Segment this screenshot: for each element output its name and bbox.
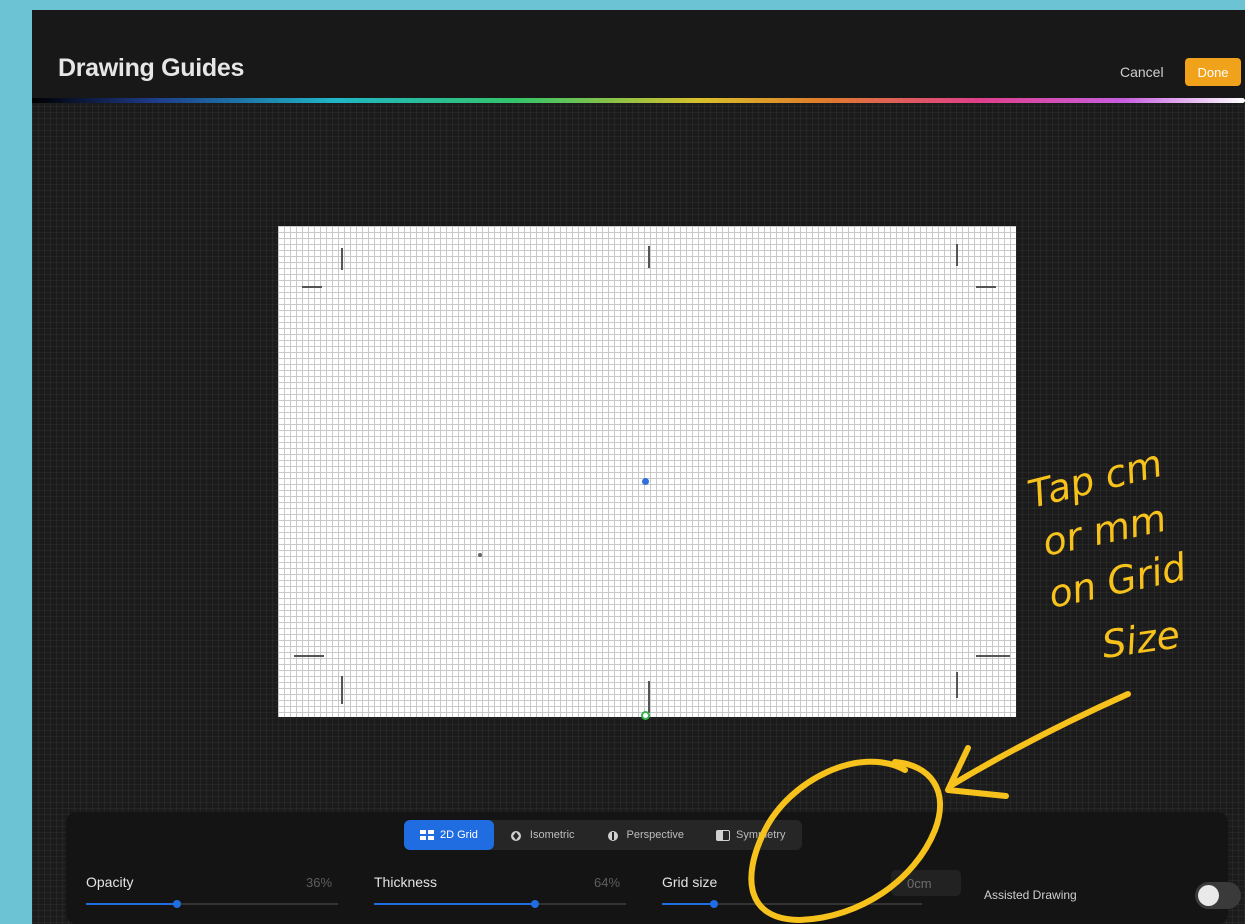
app-window: Drawing Guides Cancel Done 2D Grid Isome… xyxy=(32,10,1245,924)
grid-icon xyxy=(420,830,434,840)
opacity-value: 36% xyxy=(306,875,333,890)
thickness-slider[interactable] xyxy=(374,900,626,908)
grid-size-slider[interactable] xyxy=(662,900,922,908)
guide-type-tabs: 2D Grid Isometric Perspective Symmetry xyxy=(404,820,802,850)
toggle-knob xyxy=(1198,885,1219,906)
isometric-icon xyxy=(510,830,522,841)
rotation-handle[interactable] xyxy=(641,711,650,720)
perspective-icon xyxy=(607,830,619,841)
assisted-drawing-toggle[interactable] xyxy=(1195,882,1241,909)
tab-label: Perspective xyxy=(626,829,685,841)
cancel-button[interactable]: Cancel xyxy=(1120,64,1164,80)
grid-size-knob[interactable] xyxy=(710,900,718,908)
guide-mark xyxy=(976,655,1010,657)
center-handle[interactable] xyxy=(642,478,649,485)
done-button[interactable]: Done xyxy=(1185,58,1241,86)
guide-mark xyxy=(341,248,343,270)
thickness-label: Thickness xyxy=(374,874,438,890)
tab-perspective[interactable]: Perspective xyxy=(591,820,700,850)
guide-point xyxy=(478,553,482,557)
opacity-label: Opacity xyxy=(86,874,134,890)
opacity-slider[interactable] xyxy=(86,900,338,908)
assisted-drawing-label: Assisted Drawing xyxy=(984,888,1077,902)
guide-options-panel: 2D Grid Isometric Perspective Symmetry O… xyxy=(66,812,1241,924)
opacity-knob[interactable] xyxy=(172,900,181,908)
guide-mark xyxy=(956,672,958,698)
guide-mark xyxy=(648,681,650,713)
color-spectrum-bar xyxy=(32,98,1245,103)
guide-mark xyxy=(648,246,650,268)
opacity-fill xyxy=(86,903,177,905)
tab-label: Isometric xyxy=(529,829,575,841)
tab-symmetry[interactable]: Symmetry xyxy=(700,820,802,850)
guide-mark xyxy=(294,655,324,657)
grid-size-fill xyxy=(662,903,714,905)
guide-mark xyxy=(341,676,343,704)
tab-label: 2D Grid xyxy=(440,829,478,841)
guide-mark xyxy=(956,244,958,266)
tab-isometric[interactable]: Isometric xyxy=(494,820,591,850)
thickness-value: 64% xyxy=(594,875,621,890)
guide-mark xyxy=(302,286,322,288)
drawing-canvas[interactable] xyxy=(278,226,1016,720)
grid-size-input[interactable]: 0cm xyxy=(891,870,961,896)
guide-mark xyxy=(976,286,996,288)
grid-size-label: Grid size xyxy=(662,874,718,890)
thickness-fill xyxy=(374,903,536,905)
top-bar: Drawing Guides Cancel Done xyxy=(32,10,1245,100)
thickness-knob[interactable] xyxy=(531,900,540,908)
symmetry-icon xyxy=(716,830,731,841)
tab-2d-grid[interactable]: 2D Grid xyxy=(404,820,494,850)
page-title: Drawing Guides xyxy=(58,54,245,82)
tab-label: Symmetry xyxy=(736,829,786,841)
